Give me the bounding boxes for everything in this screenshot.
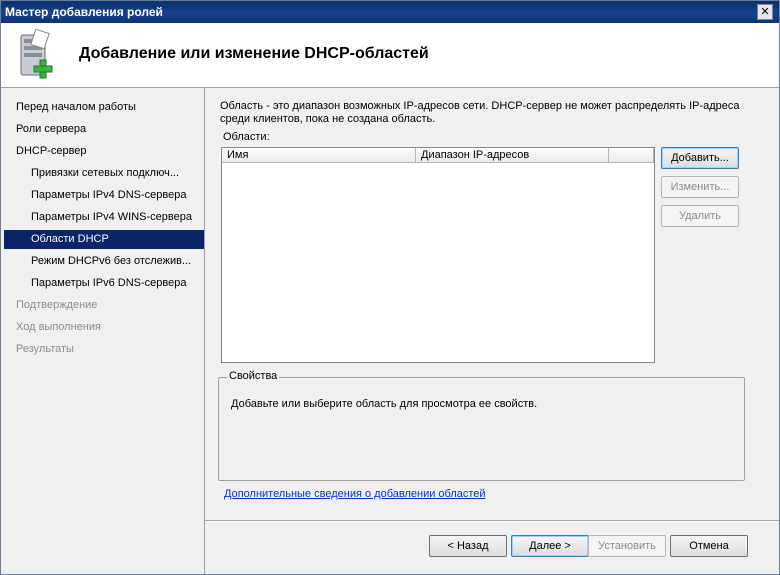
wizard-window: Мастер добавления ролей ✕ Добавление или… (0, 0, 780, 575)
sidebar-item-before-you-begin[interactable]: Перед началом работы (4, 98, 204, 117)
close-icon: ✕ (760, 6, 770, 18)
install-button[interactable]: Установить (588, 535, 666, 557)
window-title: Мастер добавления ролей (5, 5, 163, 19)
sidebar-item-network-bindings[interactable]: Привязки сетевых подключ... (4, 164, 204, 183)
properties-legend: Свойства (227, 370, 280, 382)
close-button[interactable]: ✕ (757, 4, 773, 20)
sidebar-item-ipv6-dns[interactable]: Параметры IPv6 DNS-сервера (4, 274, 204, 293)
scopes-label: Области: (223, 131, 270, 143)
next-button[interactable]: Далее > (511, 535, 589, 557)
edit-scope-button[interactable]: Изменить... (661, 176, 739, 198)
sidebar-item-ipv4-wins[interactable]: Параметры IPv4 WINS-сервера (4, 208, 204, 227)
more-info-link[interactable]: Дополнительные сведения о добавлении обл… (224, 488, 486, 500)
sidebar-item-dhcpv6-stateless[interactable]: Режим DHCPv6 без отслежив... (4, 252, 204, 271)
add-scope-button[interactable]: Добавить... (661, 147, 739, 169)
scopes-list-header: Имя Диапазон IP-адресов (222, 148, 654, 164)
main-content: Область - это диапазон возможных IP-адре… (205, 88, 779, 574)
wizard-steps-sidebar: Перед началом работы Роли сервера DHCP-с… (1, 88, 205, 574)
back-button[interactable]: < Назад (429, 535, 507, 557)
delete-scope-button[interactable]: Удалить (661, 205, 739, 227)
column-header-empty[interactable] (609, 148, 654, 163)
scopes-list[interactable]: Имя Диапазон IP-адресов (221, 147, 655, 363)
sidebar-item-server-roles[interactable]: Роли сервера (4, 120, 204, 139)
cancel-button[interactable]: Отмена (670, 535, 748, 557)
properties-group: Свойства Добавьте или выберите область д… (218, 370, 745, 481)
column-header-ip-range[interactable]: Диапазон IP-адресов (416, 148, 609, 163)
footer-separator (205, 520, 779, 522)
sidebar-item-dhcp-scopes[interactable]: Области DHCP (4, 230, 204, 249)
sidebar-item-progress: Ход выполнения (16, 321, 101, 333)
sidebar-item-results: Результаты (16, 343, 74, 355)
title-bar[interactable]: Мастер добавления ролей ✕ (1, 1, 779, 23)
server-add-icon (20, 29, 53, 79)
sidebar-item-confirmation: Подтверждение (16, 299, 98, 311)
page-title: Добавление или изменение DHCP-областей (79, 45, 429, 62)
wizard-header: Добавление или изменение DHCP-областей (1, 23, 779, 88)
sidebar-item-ipv4-dns[interactable]: Параметры IPv4 DNS-сервера (4, 186, 204, 205)
properties-text: Добавьте или выберите область для просмо… (231, 398, 538, 410)
sidebar-item-dhcp-server[interactable]: DHCP-сервер (4, 142, 204, 161)
column-header-name[interactable]: Имя (222, 148, 416, 163)
scope-description: Область - это диапазон возможных IP-адре… (220, 100, 740, 125)
